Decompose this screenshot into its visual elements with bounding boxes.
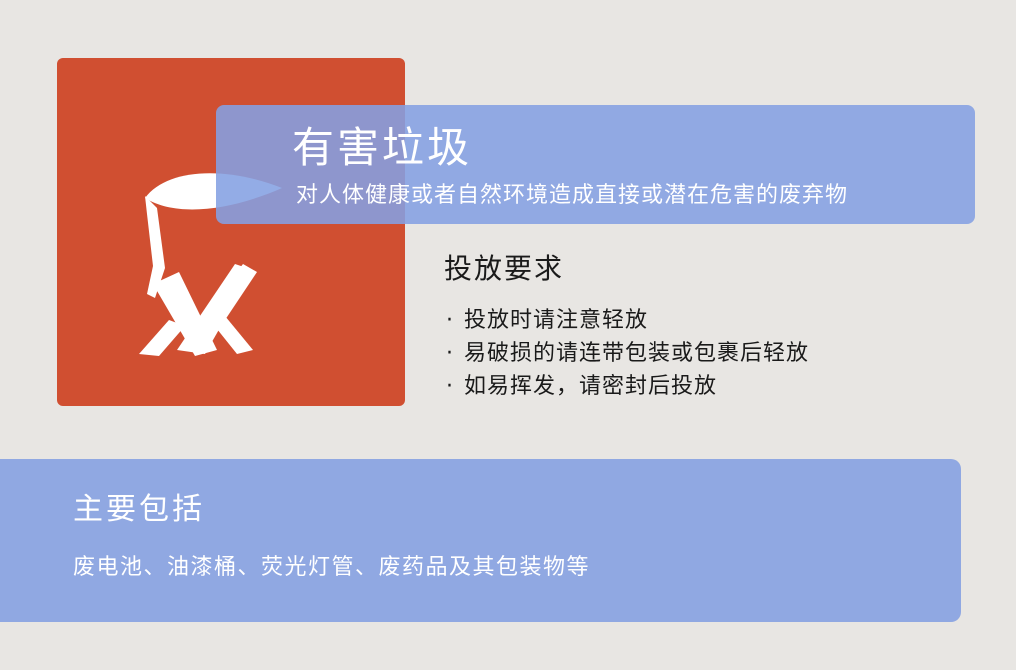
category-description: 对人体健康或者自然环境造成直接或潜在危害的废弃物 bbox=[296, 183, 849, 208]
requirement-text: 投放时请注意轻放 bbox=[464, 308, 649, 333]
includes-text: 废电池、油漆桶、荧光灯管、废药品及其包装物等 bbox=[73, 555, 591, 580]
bullet-dot: · bbox=[446, 341, 454, 366]
list-item: · 如易挥发，请密封后投放 bbox=[446, 370, 809, 403]
includes-heading: 主要包括 bbox=[73, 492, 205, 527]
icon-bone-foot bbox=[213, 316, 253, 354]
list-item: · 投放时请注意轻放 bbox=[446, 304, 809, 337]
bullet-dot: · bbox=[446, 374, 454, 399]
list-item: · 易破损的请连带包装或包裹后轻放 bbox=[446, 337, 809, 370]
requirements-heading: 投放要求 bbox=[444, 252, 565, 285]
category-title: 有害垃圾 bbox=[292, 123, 473, 172]
includes-banner bbox=[0, 459, 961, 622]
bullet-dot: · bbox=[446, 308, 454, 333]
requirement-text: 如易挥发，请密封后投放 bbox=[464, 374, 718, 399]
requirements-list: · 投放时请注意轻放 · 易破损的请连带包装或包裹后轻放 · 如易挥发，请密封后投放 bbox=[446, 304, 809, 403]
icon-bone-base bbox=[139, 320, 185, 356]
requirement-text: 易破损的请连带包装或包裹后轻放 bbox=[464, 341, 810, 366]
